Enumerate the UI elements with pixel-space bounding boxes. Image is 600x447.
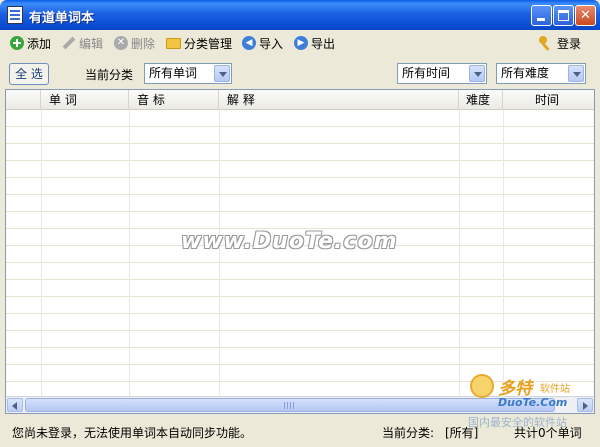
import-label: 导入 [259,36,284,51]
logo-site-text: 国内最安全的软件站 [468,416,567,429]
login-label: 登录 [557,36,582,51]
main-window: 有道单词本 ✕ 添加 编辑 ✕ 删除 分类管理 ◀ 导入 ▶ 导出 登录 全 选… [0,0,600,447]
table-body[interactable]: www.DuoTe.com [6,110,594,396]
filter-bar: 全 选 当前分类 所有单词 所有时间 所有难度 [4,56,596,88]
add-button[interactable]: 添加 [10,34,51,52]
pencil-icon [62,36,76,50]
column-divider [129,110,130,396]
status-category-label: 当前分类: [382,426,435,440]
header-checkbox-column[interactable] [6,90,41,110]
minimize-button[interactable] [531,5,552,26]
delete-icon: ✕ [114,36,128,50]
header-phonetic[interactable]: 音 标 [129,90,219,110]
header-word[interactable]: 单 词 [41,90,129,110]
maximize-icon [558,10,569,21]
minimize-icon [537,18,545,21]
add-label: 添加 [27,36,52,51]
word-table[interactable]: 单 词 音 标 解 释 难度 时间 www.DuoTe.com [5,89,595,414]
close-icon: ✕ [580,8,591,23]
watermark: www.DuoTe.com [181,229,398,254]
difficulty-select[interactable]: 所有难度 [496,63,586,84]
chevron-down-icon[interactable] [214,65,230,82]
window-title: 有道单词本 [29,11,95,26]
import-icon: ◀ [242,36,256,50]
column-divider [41,110,42,396]
header-difficulty[interactable]: 难度 [459,90,503,110]
category-manage-button[interactable]: 分类管理 [166,34,232,52]
toolbar: 添加 编辑 ✕ 删除 分类管理 ◀ 导入 ▶ 导出 登录 [4,30,596,56]
duote-logo: 多特 软件站 DuoTe.Com 国内最安全的软件站 [468,372,596,432]
logo-cn-sub-text: 软件站 [540,384,570,395]
scroll-left-button[interactable] [7,398,23,412]
export-icon: ▶ [294,36,308,50]
mascot-icon [470,374,494,398]
header-time[interactable]: 时间 [503,90,594,110]
category-select[interactable]: 所有单词 [144,63,232,84]
login-button[interactable]: 登录 [538,34,581,52]
logo-en-text: DuoTe.Com [498,396,568,409]
time-select[interactable]: 所有时间 [397,63,487,84]
notebook-icon [7,6,23,24]
edit-button[interactable]: 编辑 [62,34,103,52]
header-definition[interactable]: 解 释 [219,90,459,110]
export-button[interactable]: ▶ 导出 [294,34,335,52]
chevron-down-icon[interactable] [568,65,584,82]
import-button[interactable]: ◀ 导入 [242,34,283,52]
add-icon [10,36,24,50]
select-all-button[interactable]: 全 选 [9,63,49,85]
time-select-value: 所有时间 [402,66,451,80]
edit-label: 编辑 [79,36,104,51]
delete-button[interactable]: ✕ 删除 [114,34,155,52]
category-label: 当前分类 [85,68,134,82]
grip-icon [284,402,296,409]
column-divider [503,110,504,396]
column-divider [459,110,460,396]
folder-icon [166,37,181,49]
delete-label: 删除 [131,36,156,51]
title-bar[interactable]: 有道单词本 ✕ [0,0,600,30]
key-icon [538,36,554,50]
login-status-message: 您尚未登录，无法使用单词本自动同步功能。 [12,426,253,440]
table-header: 单 词 音 标 解 释 难度 时间 [6,90,594,110]
difficulty-select-value: 所有难度 [501,66,550,80]
category-manage-label: 分类管理 [184,36,233,51]
close-button[interactable]: ✕ [575,5,596,26]
category-select-value: 所有单词 [149,66,198,80]
maximize-button[interactable] [553,5,574,26]
chevron-down-icon[interactable] [469,65,485,82]
export-label: 导出 [311,36,336,51]
